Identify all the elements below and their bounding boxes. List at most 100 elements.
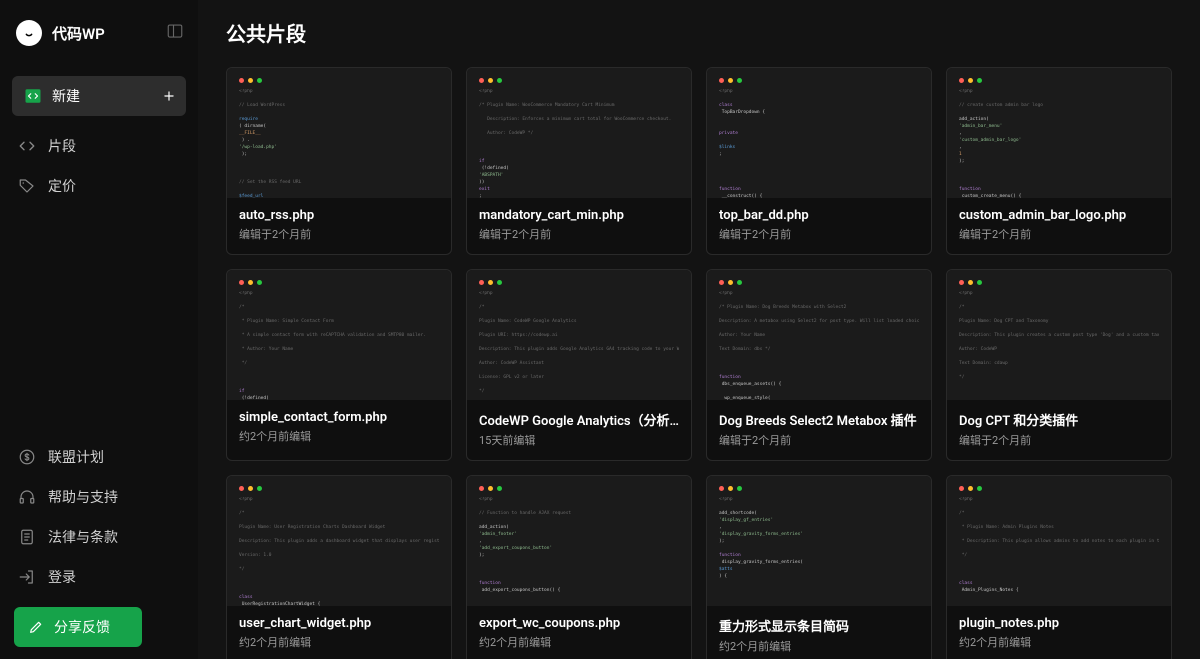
window-controls-icon xyxy=(479,280,679,285)
sidebar-item-label: 帮助与支持 xyxy=(48,487,118,507)
snippet-title: mandatory_cart_min.php xyxy=(479,208,679,223)
snippet-subtitle: 编辑于2个月前 xyxy=(959,432,1159,448)
window-controls-icon xyxy=(479,78,679,83)
tag-icon xyxy=(18,177,36,195)
code-preview: <?php /* Plugin Name: WooCommerce Mandat… xyxy=(479,89,679,198)
headphones-icon xyxy=(18,488,36,506)
snippet-card[interactable]: <?php // Load WordPress require( dirname… xyxy=(226,67,452,255)
code-preview: <?php /* Plugin Name: CodeWP Google Anal… xyxy=(479,291,679,400)
document-icon xyxy=(18,528,36,546)
window-controls-icon xyxy=(719,280,919,285)
snippet-title: custom_admin_bar_logo.php xyxy=(959,208,1159,223)
snippet-card[interactable]: <?php /* * Plugin Name: Admin Plugins No… xyxy=(946,475,1172,659)
sidebar-item-login[interactable]: 登录 xyxy=(0,557,198,597)
snippet-preview: <?php /* Plugin Name: Dog Breeds Metabox… xyxy=(707,270,931,400)
snippet-card[interactable]: <?php // Function to handle AJAX request… xyxy=(466,475,692,659)
code-preview: <?php // Function to handle AJAX request… xyxy=(479,497,679,606)
collapse-sidebar-button[interactable] xyxy=(166,22,184,40)
snippet-card[interactable]: <?php /* Plugin Name: CodeWP Google Anal… xyxy=(466,269,692,461)
logo-row: 代码WP xyxy=(0,0,198,66)
sidebar-item-legal[interactable]: 法律与条款 xyxy=(0,517,198,557)
snippet-meta: 重力形式显示条目简码 约2个月前编辑 xyxy=(707,606,931,659)
window-controls-icon xyxy=(719,486,919,491)
snippet-preview: <?php add_shortcode('display_gf_entries'… xyxy=(707,476,931,606)
snippet-subtitle: 约2个月前编辑 xyxy=(239,428,439,444)
snippet-meta: mandatory_cart_min.php 编辑于2个月前 xyxy=(467,198,691,254)
snippet-card[interactable]: <?php // create custom admin bar logo ad… xyxy=(946,67,1172,255)
snippet-subtitle: 编辑于2个月前 xyxy=(719,226,919,242)
snippet-preview: <?php // Function to handle AJAX request… xyxy=(467,476,691,606)
window-controls-icon xyxy=(959,280,1159,285)
snippet-title: top_bar_dd.php xyxy=(719,208,919,223)
login-icon xyxy=(18,568,36,586)
sidebar-item-snippets[interactable]: 片段 xyxy=(0,126,198,166)
window-controls-icon xyxy=(239,78,439,83)
window-controls-icon xyxy=(959,486,1159,491)
snippet-subtitle: 约2个月前编辑 xyxy=(959,634,1159,650)
snippet-meta: auto_rss.php 编辑于2个月前 xyxy=(227,198,451,254)
snippet-card[interactable]: <?php /* Plugin Name: WooCommerce Mandat… xyxy=(466,67,692,255)
page-title: 公共片段 xyxy=(226,18,1172,47)
code-preview: <?php /* Plugin Name: User Registration … xyxy=(239,497,439,606)
sidebar-item-label: 定价 xyxy=(48,176,76,196)
snippet-preview: <?php // Load WordPress require( dirname… xyxy=(227,68,451,198)
dollar-icon xyxy=(18,448,36,466)
snippet-meta: Dog CPT 和分类插件 编辑于2个月前 xyxy=(947,400,1171,460)
snippet-title: simple_contact_form.php xyxy=(239,410,439,425)
code-preview: <?php /* * Plugin Name: Admin Plugins No… xyxy=(959,497,1159,606)
snippet-card[interactable]: <?php /* Plugin Name: Dog Breeds Metabox… xyxy=(706,269,932,461)
code-icon xyxy=(24,87,42,105)
snippet-subtitle: 编辑于2个月前 xyxy=(719,432,919,448)
window-controls-icon xyxy=(239,486,439,491)
snippet-preview: <?php // create custom admin bar logo ad… xyxy=(947,68,1171,198)
sidebar-item-pricing[interactable]: 定价 xyxy=(0,166,198,206)
window-controls-icon xyxy=(239,280,439,285)
snippet-subtitle: 编辑于2个月前 xyxy=(239,226,439,242)
code-preview: <?php // create custom admin bar logo ad… xyxy=(959,89,1159,198)
snippet-title: user_chart_widget.php xyxy=(239,616,439,631)
snippet-title: CodeWP Google Analytics（分析）集成 xyxy=(479,410,679,429)
snippet-title: Dog CPT 和分类插件 xyxy=(959,410,1159,429)
snippet-card[interactable]: <?php add_shortcode('display_gf_entries'… xyxy=(706,475,932,659)
code-preview: <?php class TopBarDropdown { private $li… xyxy=(719,89,919,198)
main-content: 公共片段 <?php // Load WordPress require( di… xyxy=(198,0,1200,659)
snippet-preview: <?php class TopBarDropdown { private $li… xyxy=(707,68,931,198)
sidebar-item-affiliate[interactable]: 联盟计划 xyxy=(0,437,198,477)
snippet-preview: <?php /* Plugin Name: Dog CPT and Taxono… xyxy=(947,270,1171,400)
snippet-card[interactable]: <?php class TopBarDropdown { private $li… xyxy=(706,67,932,255)
code-preview: <?php // Load WordPress require( dirname… xyxy=(239,89,439,198)
snippet-card[interactable]: <?php /* * Plugin Name: Simple Contact F… xyxy=(226,269,452,461)
code-preview: <?php /* * Plugin Name: Simple Contact F… xyxy=(239,291,439,400)
snippet-subtitle: 15天前编辑 xyxy=(479,432,679,448)
snippet-title: auto_rss.php xyxy=(239,208,439,223)
code-preview: <?php /* Plugin Name: Dog CPT and Taxono… xyxy=(959,291,1159,400)
snippet-subtitle: 约2个月前编辑 xyxy=(239,634,439,650)
sidebar-item-label: 片段 xyxy=(48,136,76,156)
plus-icon xyxy=(162,89,176,103)
snippet-preview: <?php /* Plugin Name: User Registration … xyxy=(227,476,451,606)
logo-text: 代码WP xyxy=(52,23,105,44)
snippet-meta: user_chart_widget.php 约2个月前编辑 xyxy=(227,606,451,659)
snippet-subtitle: 编辑于2个月前 xyxy=(959,226,1159,242)
snippet-preview: <?php /* * Plugin Name: Admin Plugins No… xyxy=(947,476,1171,606)
new-button[interactable]: 新建 xyxy=(12,76,186,116)
snippet-title: Dog Breeds Select2 Metabox 插件 xyxy=(719,410,919,429)
pencil-icon xyxy=(28,619,44,635)
code-icon xyxy=(18,137,36,155)
feedback-label: 分享反馈 xyxy=(54,617,110,637)
share-feedback-button[interactable]: 分享反馈 xyxy=(14,607,142,647)
snippet-meta: simple_contact_form.php 约2个月前编辑 xyxy=(227,400,451,456)
snippet-subtitle: 编辑于2个月前 xyxy=(479,226,679,242)
new-button-label: 新建 xyxy=(52,86,80,106)
logo-icon xyxy=(16,20,42,46)
sidebar: 代码WP 新建 片段 定价 联盟计划 帮助与支 xyxy=(0,0,198,659)
sidebar-item-help[interactable]: 帮助与支持 xyxy=(0,477,198,517)
sidebar-item-label: 登录 xyxy=(48,567,76,587)
snippet-grid: <?php // Load WordPress require( dirname… xyxy=(226,67,1172,659)
snippet-preview: <?php /* Plugin Name: CodeWP Google Anal… xyxy=(467,270,691,400)
snippet-card[interactable]: <?php /* Plugin Name: User Registration … xyxy=(226,475,452,659)
snippet-title: export_wc_coupons.php xyxy=(479,616,679,631)
window-controls-icon xyxy=(959,78,1159,83)
snippet-card[interactable]: <?php /* Plugin Name: Dog CPT and Taxono… xyxy=(946,269,1172,461)
snippet-title: plugin_notes.php xyxy=(959,616,1159,631)
